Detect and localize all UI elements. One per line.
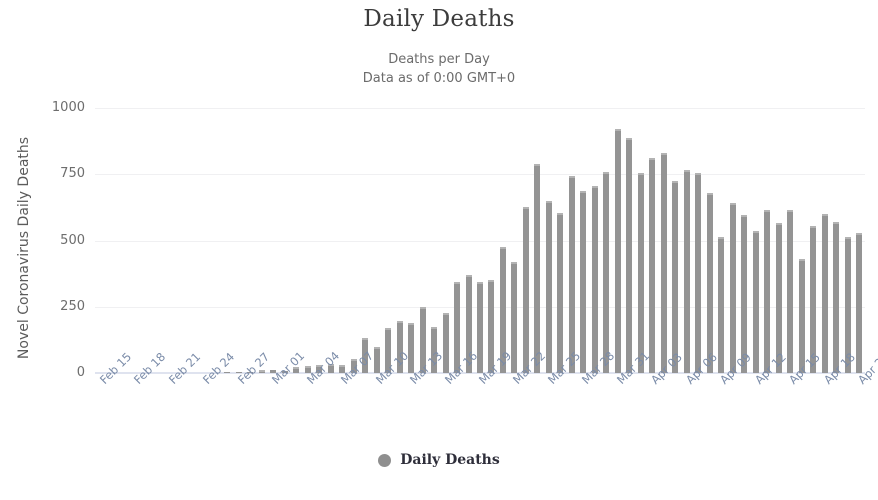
chart-subtitle-line-2: Data as of 0:00 GMT+0 [362, 71, 516, 86]
bar[interactable] [626, 138, 633, 373]
bar[interactable] [603, 171, 610, 373]
bar[interactable] [580, 191, 587, 373]
bar[interactable] [764, 210, 771, 373]
legend-item-label: Daily Deaths [400, 452, 500, 468]
bar[interactable] [568, 175, 575, 373]
y-tick-label: 500 [60, 232, 85, 248]
bar[interactable] [637, 172, 644, 373]
bar[interactable] [695, 172, 702, 373]
bar[interactable] [224, 372, 231, 373]
page-title: Daily Deaths [363, 6, 515, 32]
legend-marker-icon [378, 453, 392, 467]
chart-subtitle-line-1: Deaths per Day [388, 52, 490, 67]
bar-series [95, 108, 865, 373]
y-tick-label: 250 [60, 298, 85, 314]
bar[interactable] [683, 170, 690, 373]
bar[interactable] [545, 200, 552, 373]
bar[interactable] [706, 192, 713, 373]
bar[interactable] [660, 153, 667, 373]
bar[interactable] [752, 231, 759, 373]
bar[interactable] [408, 322, 415, 373]
bar[interactable] [833, 221, 840, 373]
x-axis-ticks: Feb 15 Feb 18 Feb 21 Feb 24 Feb 27 Mar 01 Mar … [95, 349, 878, 427]
bar[interactable] [591, 186, 598, 373]
plot-area [95, 108, 865, 374]
chart-legend[interactable]: Daily Deaths [0, 452, 878, 468]
bar[interactable] [856, 232, 863, 373]
bar[interactable] [718, 236, 725, 373]
chart-subtitle: Deaths per Day Data as of 0:00 GMT+0 [0, 50, 878, 88]
bar[interactable] [798, 259, 805, 373]
bar[interactable] [522, 207, 529, 373]
daily-deaths-chart: Daily Deaths Deaths per Day Data as of 0… [0, 0, 878, 500]
y-tick-label: 0 [76, 365, 85, 380]
bar[interactable] [729, 203, 736, 373]
bar[interactable] [614, 129, 621, 373]
bar[interactable] [649, 158, 656, 373]
y-tick-label: 1000 [51, 100, 85, 115]
bar[interactable] [442, 313, 449, 373]
bar[interactable] [787, 210, 794, 373]
y-tick-label: 750 [60, 166, 85, 182]
bar[interactable] [821, 214, 828, 373]
bar[interactable] [534, 163, 541, 373]
bar[interactable] [557, 212, 564, 373]
bar[interactable] [672, 180, 679, 373]
